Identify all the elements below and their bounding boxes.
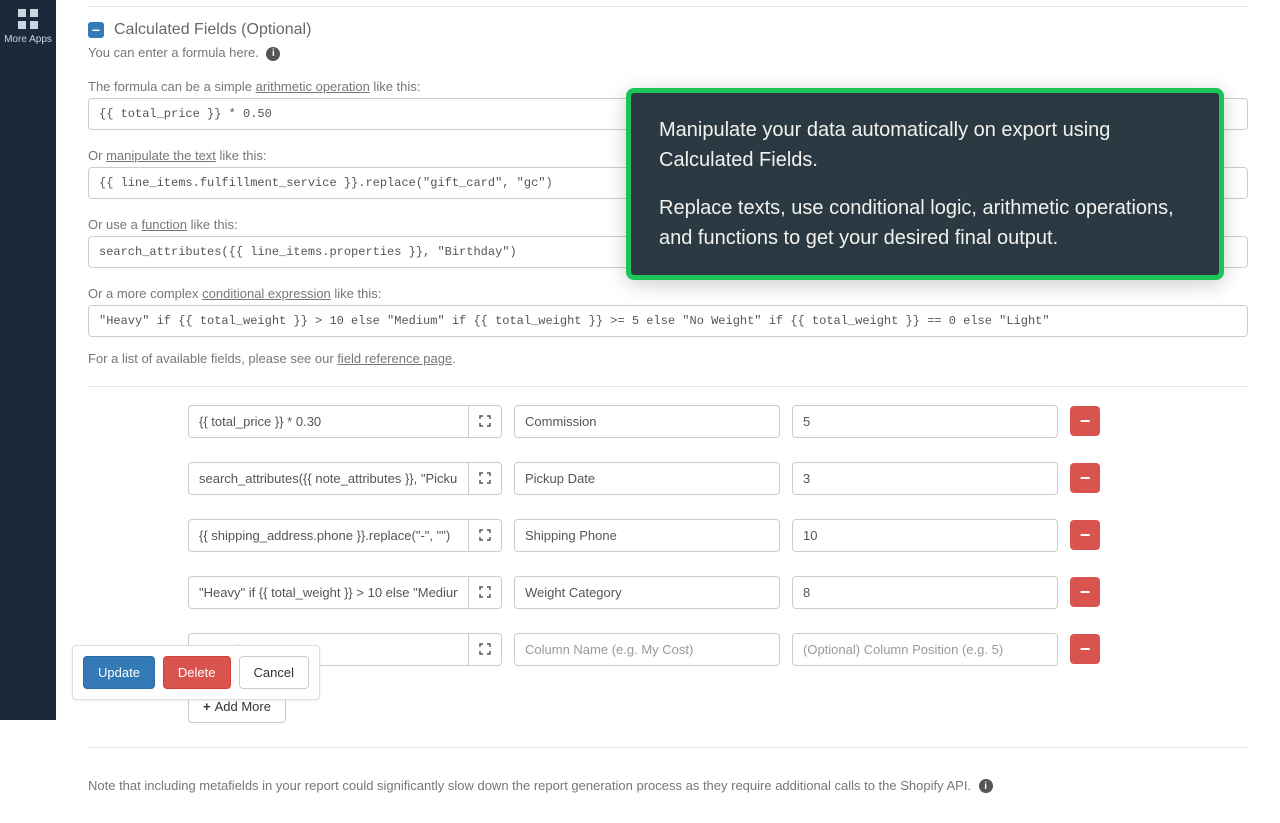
help-text: You can enter a formula here. — [88, 45, 259, 60]
expand-icon[interactable] — [468, 633, 502, 666]
formula-input[interactable] — [188, 405, 468, 438]
remove-row-button[interactable]: − — [1070, 634, 1100, 664]
plus-icon: + — [203, 699, 211, 714]
add-more-label: Add More — [215, 699, 271, 714]
column-position-input[interactable] — [792, 405, 1058, 438]
link-function[interactable]: function — [141, 217, 187, 232]
formula-input[interactable] — [188, 462, 468, 495]
action-bar: Update Delete Cancel — [72, 645, 320, 700]
info-icon[interactable]: i — [266, 47, 280, 61]
link-arithmetic[interactable]: arithmetic operation — [256, 79, 370, 94]
example-code-4[interactable] — [88, 305, 1248, 337]
sidebar: More Apps — [0, 0, 56, 720]
calculated-field-row: − — [188, 576, 1148, 609]
column-name-input[interactable] — [514, 405, 780, 438]
link-field-reference[interactable]: field reference page — [337, 351, 452, 366]
formula-group — [188, 405, 502, 438]
remove-row-button[interactable]: − — [1070, 463, 1100, 493]
column-position-input[interactable] — [792, 576, 1058, 609]
link-conditional[interactable]: conditional expression — [202, 286, 331, 301]
column-position-input[interactable] — [792, 462, 1058, 495]
calculated-field-row: − — [188, 405, 1148, 438]
column-name-input[interactable] — [514, 576, 780, 609]
sidebar-item-more-apps[interactable]: More Apps — [0, 0, 56, 53]
section-title: Calculated Fields (Optional) — [114, 21, 311, 39]
example-conditional: Or a more complex conditional expression… — [88, 286, 1248, 337]
formula-group — [188, 519, 502, 552]
formula-input[interactable] — [188, 519, 468, 552]
metafields-note: Note that including metafields in your r… — [88, 778, 1248, 794]
sidebar-item-label: More Apps — [2, 34, 54, 45]
expand-icon[interactable] — [468, 519, 502, 552]
column-position-input[interactable] — [792, 519, 1058, 552]
column-position-input[interactable] — [792, 633, 1058, 666]
update-button[interactable]: Update — [83, 656, 155, 689]
section-help: You can enter a formula here. i — [88, 45, 1248, 61]
expand-icon[interactable] — [468, 576, 502, 609]
calculated-field-row: − — [188, 519, 1148, 552]
calculated-field-row: − — [188, 462, 1148, 495]
expand-icon[interactable] — [468, 462, 502, 495]
column-name-input[interactable] — [514, 633, 780, 666]
field-reference-note: For a list of available fields, please s… — [88, 351, 1248, 366]
formula-input[interactable] — [188, 576, 468, 609]
info-icon[interactable]: i — [979, 779, 993, 793]
remove-row-button[interactable]: − — [1070, 577, 1100, 607]
collapse-toggle-icon[interactable]: − — [88, 22, 104, 38]
remove-row-button[interactable]: − — [1070, 406, 1100, 436]
remove-row-button[interactable]: − — [1070, 520, 1100, 550]
calculated-field-row: − — [188, 633, 1148, 666]
section-header: − Calculated Fields (Optional) — [88, 7, 1248, 45]
delete-button[interactable]: Delete — [163, 656, 231, 689]
apps-grid-icon — [15, 6, 41, 32]
column-name-input[interactable] — [514, 462, 780, 495]
link-manipulate-text[interactable]: manipulate the text — [106, 148, 216, 163]
feature-tooltip: Manipulate your data automatically on ex… — [626, 88, 1224, 280]
column-name-input[interactable] — [514, 519, 780, 552]
tooltip-text-2: Replace texts, use conditional logic, ar… — [659, 193, 1191, 253]
expand-icon[interactable] — [468, 405, 502, 438]
cancel-button[interactable]: Cancel — [239, 656, 309, 689]
formula-group — [188, 462, 502, 495]
example-label: Or a more complex conditional expression… — [88, 286, 1248, 301]
formula-group — [188, 576, 502, 609]
tooltip-text-1: Manipulate your data automatically on ex… — [659, 115, 1191, 175]
